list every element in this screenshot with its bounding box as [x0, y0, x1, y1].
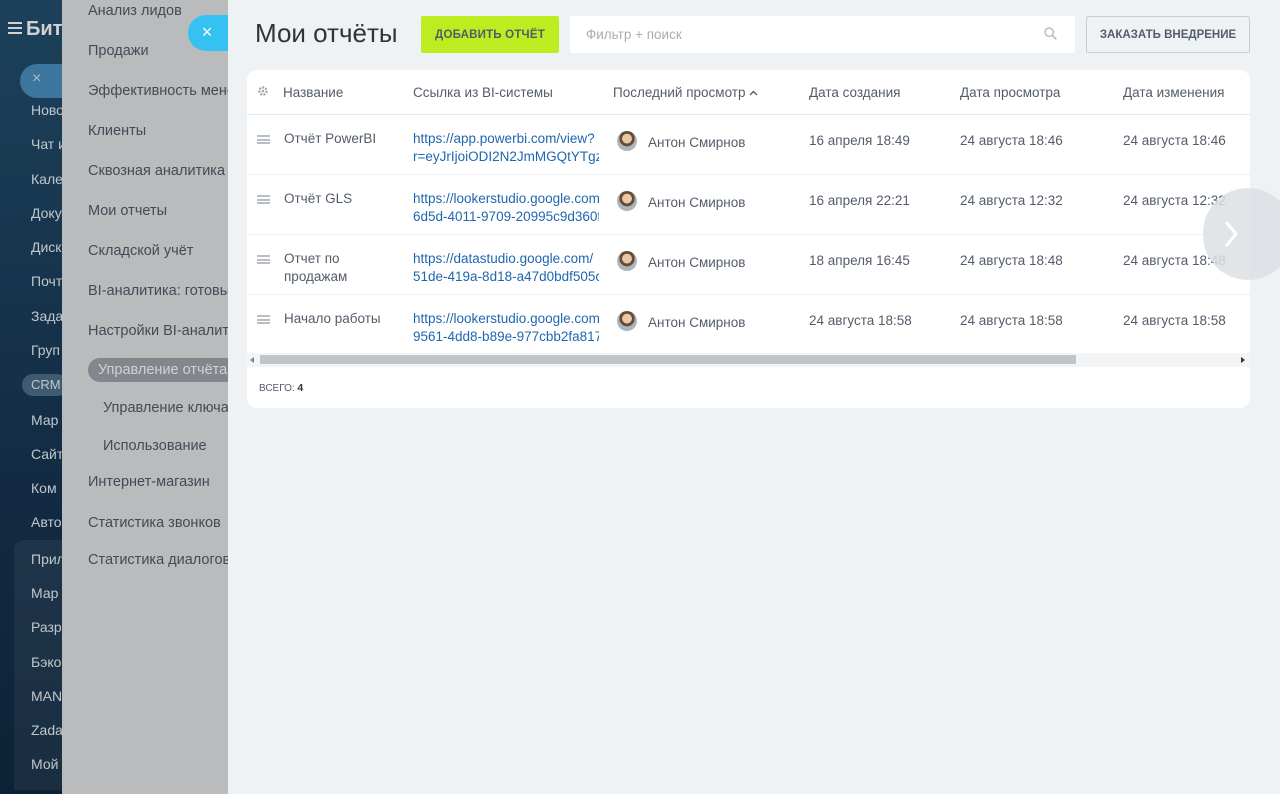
avatar: [617, 311, 637, 331]
close-icon: ×: [201, 22, 213, 42]
viewed-date: 24 августа 18:48: [960, 253, 1063, 268]
background-overlay: [0, 0, 228, 794]
changed-date: 24 августа 18:46: [1123, 133, 1226, 148]
table-row[interactable]: Отчёт GLS https://lookerstudio.google.co…: [247, 175, 1250, 235]
report-link-line: https://lookerstudio.google.com: [413, 191, 599, 206]
scroll-left-arrow-icon[interactable]: [250, 357, 254, 363]
chevron-right-icon: [1224, 221, 1238, 247]
report-link[interactable]: https://datastudio.google.com/51de-419a-…: [413, 250, 599, 286]
report-link-line: https://datastudio.google.com/: [413, 251, 594, 266]
user-name[interactable]: Антон Смирнов: [648, 254, 745, 272]
created-date: 18 апреля 16:45: [809, 253, 910, 268]
avatar: [617, 191, 637, 211]
avatar: [617, 251, 637, 271]
table-row[interactable]: Отчёт PowerBI https://app.powerbi.com/vi…: [247, 115, 1250, 175]
viewed-date: 24 августа 18:58: [960, 313, 1063, 328]
report-link-line: 51de-419a-8d18-a47d0bdf505c: [413, 269, 599, 284]
column-header-link[interactable]: Ссылка из BI-системы: [413, 85, 553, 100]
report-link-line: 9561-4dd8-b89e-977cbb2fa817: [413, 329, 599, 344]
close-slider-button[interactable]: ×: [188, 15, 230, 51]
reports-grid: Название Ссылка из BI-системы Последний …: [247, 70, 1250, 408]
sort-asc-icon: [749, 90, 758, 96]
report-link[interactable]: https://app.powerbi.com/view? r=eyJrIjoiO…: [413, 130, 599, 166]
created-date: 16 апреля 22:21: [809, 193, 910, 208]
report-link-line: r=eyJrIjoiODI2N2JmMGQtYTgzO: [413, 149, 599, 164]
gear-icon[interactable]: [257, 85, 269, 97]
search-icon[interactable]: [1044, 27, 1057, 40]
reports-slider: Мои отчёты ДОБАВИТЬ ОТЧЁТ ЗАКАЗАТЬ ВНЕДР…: [228, 0, 1280, 794]
total-label: ВСЕГО:: [259, 383, 295, 394]
table-row[interactable]: Отчет по продажам https://datastudio.goo…: [247, 235, 1250, 295]
avatar: [617, 131, 637, 151]
order-implementation-button[interactable]: ЗАКАЗАТЬ ВНЕДРЕНИЕ: [1086, 16, 1250, 53]
add-report-button[interactable]: ДОБАВИТЬ ОТЧЁТ: [421, 16, 559, 53]
column-header-created[interactable]: Дата создания: [809, 85, 901, 100]
page-title: Мои отчёты: [255, 18, 398, 48]
drag-handle-icon[interactable]: [257, 195, 270, 204]
table-row[interactable]: Начало работы https://lookerstudio.googl…: [247, 295, 1250, 353]
scroll-right-arrow-icon[interactable]: [1241, 357, 1245, 363]
column-header-last-view-label: Последний просмотр: [613, 85, 746, 100]
changed-date: 24 августа 18:58: [1123, 313, 1226, 328]
column-header-last-view[interactable]: Последний просмотр: [613, 85, 758, 100]
drag-handle-icon[interactable]: [257, 255, 270, 264]
column-header-name[interactable]: Название: [283, 85, 343, 100]
search-input[interactable]: [570, 16, 1030, 53]
report-link-line: https://app.powerbi.com/view?: [413, 131, 595, 146]
created-date: 16 апреля 18:49: [809, 133, 910, 148]
viewed-date: 24 августа 12:32: [960, 193, 1063, 208]
drag-handle-icon[interactable]: [257, 135, 270, 144]
grid-header: Название Ссылка из BI-системы Последний …: [247, 70, 1250, 115]
report-link[interactable]: https://lookerstudio.google.com 9561-4dd8…: [413, 310, 599, 346]
column-header-viewed[interactable]: Дата просмотра: [960, 85, 1060, 100]
column-header-changed[interactable]: Дата изменения: [1123, 85, 1224, 100]
search-box: [570, 16, 1075, 53]
report-name: Начало работы: [284, 311, 381, 326]
scrollbar-thumb[interactable]: [260, 355, 1076, 364]
user-name[interactable]: Антон Смирнов: [648, 194, 745, 212]
total-value: 4: [297, 382, 304, 394]
user-name[interactable]: Антон Смирнов: [648, 314, 745, 332]
report-link-line: 6d5d-4011-9709-20995c9d360f: [413, 209, 599, 224]
viewed-date: 24 августа 18:46: [960, 133, 1063, 148]
total-count: ВСЕГО: 4: [259, 382, 303, 394]
report-link-line: https://lookerstudio.google.com: [413, 311, 599, 326]
report-name: Отчёт GLS: [284, 191, 353, 206]
drag-handle-icon[interactable]: [257, 315, 270, 324]
created-date: 24 августа 18:58: [809, 313, 912, 328]
report-link[interactable]: https://lookerstudio.google.com 6d5d-4011…: [413, 190, 599, 226]
horizontal-scrollbar[interactable]: [247, 353, 1250, 367]
report-name: Отчёт PowerBI: [284, 131, 377, 146]
user-name[interactable]: Антон Смирнов: [648, 134, 745, 152]
report-name: Отчет по продажам: [284, 251, 348, 284]
